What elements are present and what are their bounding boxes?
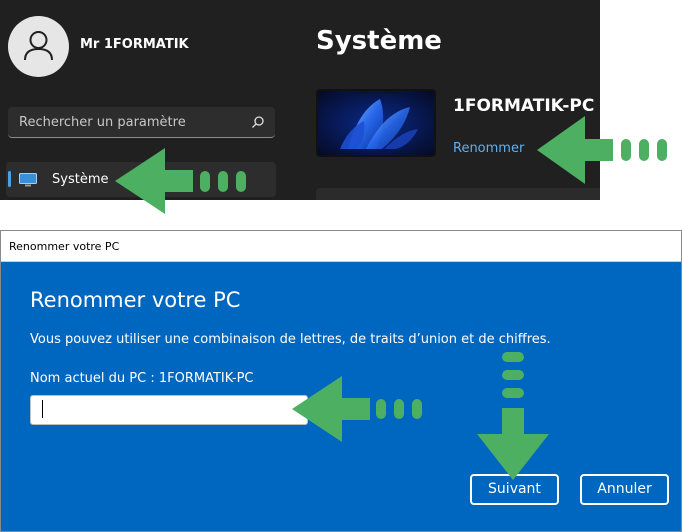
search-input[interactable]: Rechercher un paramètre (19, 115, 186, 130)
settings-window: Mr 1FORMATIK Rechercher un paramètre Sys… (0, 0, 600, 200)
monitor-icon (19, 172, 37, 191)
user-name: Mr 1FORMATIK (80, 37, 189, 52)
annotation-arrow-left-icon (115, 148, 246, 214)
annotation-arrow-left-icon (537, 116, 667, 184)
sidebar-item-label: Système (52, 172, 109, 187)
dialog-description: Vous pouvez utiliser une combinaison de … (30, 332, 551, 347)
annotation-arrow-down-icon (477, 352, 549, 480)
pc-name: 1FORMATIK-PC (453, 96, 595, 116)
new-pc-name-input[interactable] (30, 395, 308, 425)
dialog-heading: Renommer votre PC (30, 288, 241, 312)
windows-wallpaper-thumbnail (316, 89, 436, 157)
current-pc-name-label: Nom actuel du PC : 1FORMATIK-PC (30, 371, 254, 386)
rename-link[interactable]: Renommer (453, 141, 524, 156)
avatar[interactable] (8, 16, 69, 77)
dialog-titlebar[interactable]: Renommer votre PC (1, 231, 681, 262)
person-icon (24, 31, 53, 61)
annotation-arrow-left-icon (292, 376, 422, 442)
cancel-button[interactable]: Annuler (580, 474, 669, 505)
search-icon[interactable] (251, 114, 265, 133)
selection-indicator (8, 171, 11, 187)
page-title: Système (316, 26, 442, 56)
settings-card (316, 188, 600, 200)
dialog-window-title: Renommer votre PC (9, 240, 120, 253)
text-caret (42, 400, 43, 418)
search-box[interactable]: Rechercher un paramètre (8, 107, 275, 138)
